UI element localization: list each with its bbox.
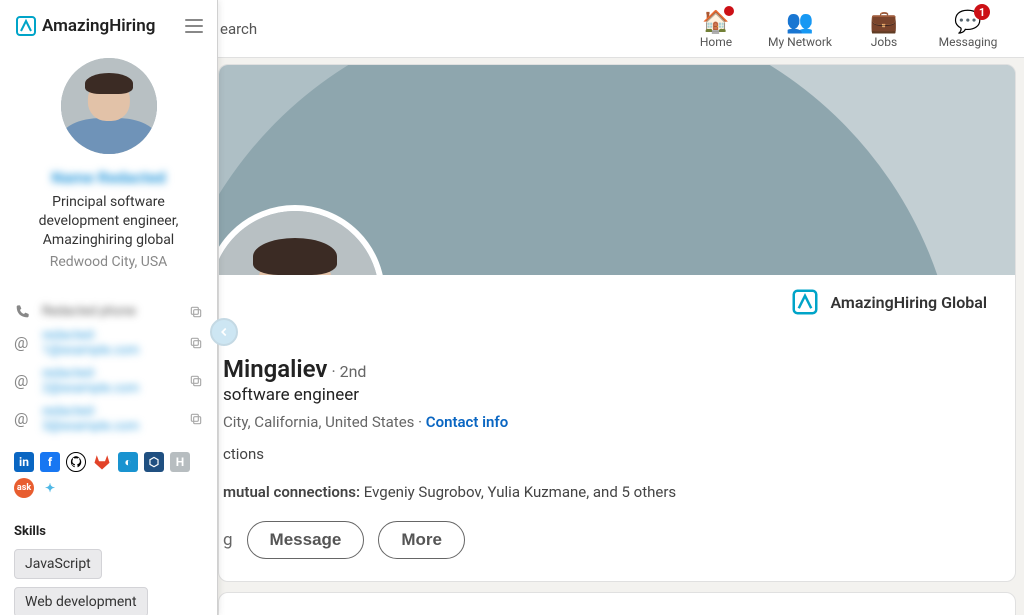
contact-email-row: @ redacted-1@example.com bbox=[14, 324, 203, 362]
sidebar-name: Name Redacted bbox=[18, 168, 199, 187]
top-navigation: earch 🏠 Home 👥 My Network 💼 Jobs 💬 1 Mes… bbox=[218, 0, 1024, 58]
at-icon: @ bbox=[14, 409, 32, 428]
sidebar-avatar[interactable] bbox=[61, 58, 157, 154]
current-company[interactable]: AmazingHiring Global bbox=[790, 287, 987, 317]
contact-email-row: @ redacted-3@example.com bbox=[14, 400, 203, 438]
brand-logo-icon bbox=[14, 14, 38, 38]
linkedin-icon[interactable]: in bbox=[14, 452, 34, 472]
copy-icon[interactable] bbox=[189, 412, 203, 426]
more-button[interactable]: More bbox=[378, 521, 465, 559]
nav-home[interactable]: 🏠 Home bbox=[674, 4, 758, 53]
contact-email: redacted-2@example.com bbox=[42, 366, 179, 396]
connections-count[interactable]: ctions bbox=[223, 445, 991, 463]
mutual-connections[interactable]: mutual connections: Evgeniy Sugrobov, Yu… bbox=[223, 483, 991, 501]
nav-label: Jobs bbox=[871, 35, 897, 49]
amazinghiring-sidebar: AmazingHiring Name Redacted Principal so… bbox=[0, 0, 218, 615]
social-icon[interactable]: ask bbox=[14, 478, 34, 498]
main-content: earch 🏠 Home 👥 My Network 💼 Jobs 💬 1 Mes… bbox=[218, 0, 1024, 615]
profile-location: City, California, United States · Contac… bbox=[223, 413, 991, 431]
skills-section: Skills JavaScript Web development bbox=[0, 502, 217, 615]
contact-info-link[interactable]: Contact info bbox=[426, 413, 508, 431]
profile-avatar[interactable] bbox=[219, 205, 385, 275]
skills-heading: Skills bbox=[14, 524, 203, 539]
profile-card: AmazingHiring Global Mingaliev · 2nd sof… bbox=[218, 64, 1016, 582]
connection-degree: · 2nd bbox=[331, 362, 366, 381]
chat-icon: 💬 bbox=[926, 10, 1010, 35]
sidebar-title: Principal software development engineer,… bbox=[18, 193, 199, 250]
nav-label: My Network bbox=[768, 35, 832, 49]
nav-label: Home bbox=[700, 35, 732, 49]
home-icon: 🏠 bbox=[674, 10, 758, 35]
company-logo-icon bbox=[790, 287, 820, 317]
at-icon: @ bbox=[14, 371, 32, 390]
nav-messaging[interactable]: 💬 1 Messaging bbox=[926, 4, 1010, 53]
at-icon: @ bbox=[14, 333, 32, 352]
brand-text: AmazingHiring bbox=[42, 16, 155, 36]
search-input[interactable]: earch bbox=[218, 20, 257, 38]
collapse-sidebar-button[interactable] bbox=[210, 318, 238, 346]
social-icon[interactable]: H bbox=[170, 452, 190, 472]
brand[interactable]: AmazingHiring bbox=[14, 14, 155, 38]
sidebar-contacts: Redacted phone @ redacted-1@example.com … bbox=[0, 288, 217, 444]
contact-phone-row: Redacted phone bbox=[14, 300, 203, 324]
copy-icon[interactable] bbox=[189, 336, 203, 350]
company-name: AmazingHiring Global bbox=[830, 293, 987, 312]
copy-icon[interactable] bbox=[189, 374, 203, 388]
nav-network[interactable]: 👥 My Network bbox=[758, 4, 842, 53]
gitlab-icon[interactable] bbox=[92, 452, 112, 472]
copy-icon[interactable] bbox=[189, 305, 203, 319]
social-icon[interactable]: ◐ bbox=[118, 452, 138, 472]
phone-icon bbox=[14, 304, 32, 320]
sidebar-location: Redwood City, USA bbox=[18, 254, 199, 270]
profile-actions: g Message More bbox=[223, 521, 991, 559]
contact-email: redacted-1@example.com bbox=[42, 328, 179, 358]
github-icon[interactable] bbox=[66, 452, 86, 472]
profile-name: Mingaliev bbox=[223, 355, 327, 383]
social-icon[interactable]: ⬡ bbox=[144, 452, 164, 472]
facebook-icon[interactable]: f bbox=[40, 452, 60, 472]
message-button[interactable]: Message bbox=[247, 521, 365, 559]
contact-phone: Redacted phone bbox=[42, 304, 179, 319]
chevron-left-icon bbox=[217, 325, 231, 339]
skill-chip[interactable]: JavaScript bbox=[14, 549, 102, 579]
profile-headline: software engineer bbox=[223, 385, 991, 405]
social-links: in f ◐ ⬡ H bbox=[0, 444, 217, 476]
action-fragment: g bbox=[223, 530, 233, 550]
secondary-card bbox=[218, 592, 1016, 615]
nav-jobs[interactable]: 💼 Jobs bbox=[842, 4, 926, 53]
notification-dot-icon bbox=[724, 6, 734, 16]
people-icon: 👥 bbox=[758, 10, 842, 35]
contact-email-row: @ redacted-2@example.com bbox=[14, 362, 203, 400]
social-icon[interactable]: ✦ bbox=[40, 478, 60, 498]
cover-image bbox=[219, 65, 1015, 275]
menu-icon[interactable] bbox=[185, 19, 203, 33]
sidebar-profile: Name Redacted Principal software develop… bbox=[0, 50, 217, 288]
skill-chip[interactable]: Web development bbox=[14, 587, 148, 615]
contact-email: redacted-3@example.com bbox=[42, 404, 179, 434]
briefcase-icon: 💼 bbox=[842, 10, 926, 35]
badge: 1 bbox=[974, 4, 990, 20]
nav-label: Messaging bbox=[939, 35, 998, 49]
